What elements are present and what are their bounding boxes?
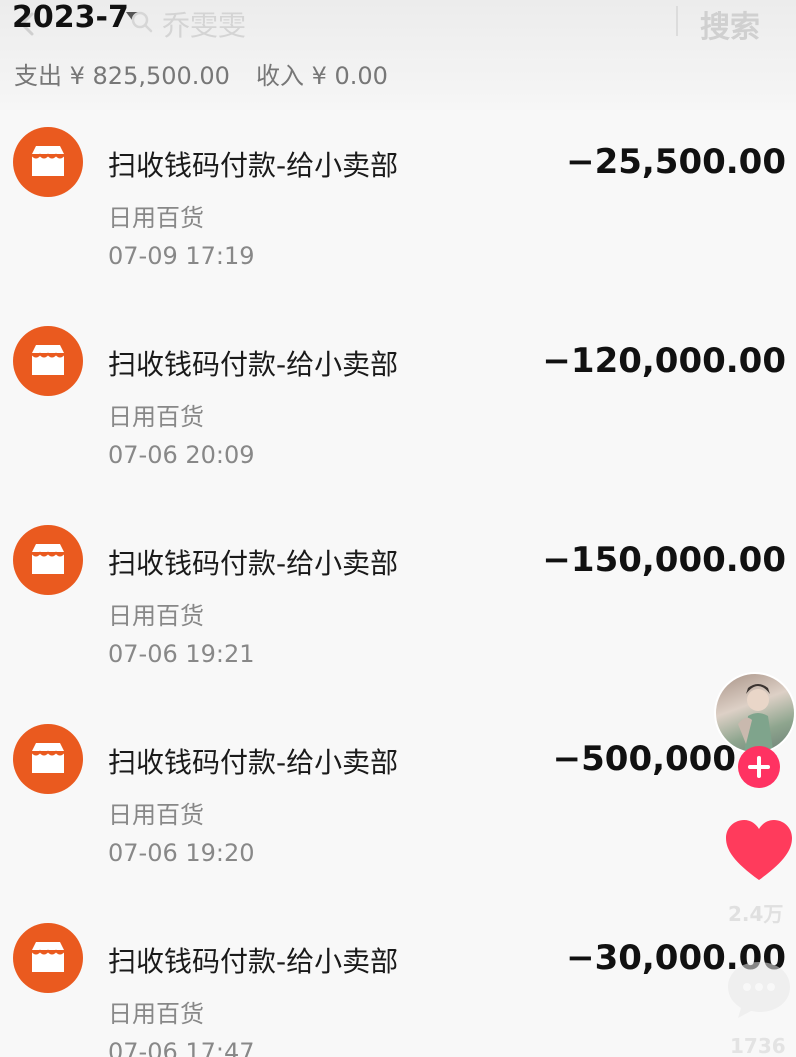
search-divider [676, 6, 678, 36]
transaction-category: 日用百货 [108, 204, 204, 232]
transaction-row[interactable]: 扫收钱码付款-给小卖部 日用百货 07-06 19:21 −150,000.00 [0, 508, 796, 707]
transaction-time: 07-06 19:20 [108, 839, 255, 867]
transaction-amount: −120,000.00 [542, 341, 786, 381]
shop-icon [13, 127, 83, 197]
heart-icon[interactable] [724, 818, 794, 884]
transaction-time: 07-06 17:47 [108, 1038, 255, 1057]
transaction-amount: −500,000 [552, 739, 736, 779]
transaction-title: 扫收钱码付款-给小卖部 [108, 547, 399, 580]
transaction-amount: −150,000.00 [542, 540, 786, 580]
shop-icon [13, 525, 83, 595]
transaction-time: 07-06 19:21 [108, 640, 255, 668]
transaction-category: 日用百货 [108, 602, 204, 630]
comment-count: 1736 [730, 1034, 786, 1057]
transaction-title: 扫收钱码付款-给小卖部 [108, 348, 399, 381]
transaction-amount: −25,500.00 [566, 142, 786, 182]
transaction-row[interactable]: 扫收钱码付款-给小卖部 日用百货 07-06 20:09 −120,000.00 [0, 309, 796, 508]
shop-icon [13, 326, 83, 396]
income-total: 收入 ¥ 0.00 [255, 62, 388, 90]
follow-plus-icon[interactable] [738, 746, 780, 788]
month-selector[interactable]: 2023-7 [12, 0, 129, 35]
shop-icon [13, 923, 83, 993]
transaction-time: 07-06 20:09 [108, 441, 255, 469]
shop-icon [13, 724, 83, 794]
search-button[interactable]: 搜索 [700, 2, 760, 46]
expense-total: 支出 ¥ 825,500.00 [14, 62, 230, 90]
transaction-title: 扫收钱码付款-给小卖部 [108, 945, 399, 978]
transaction-category: 日用百货 [108, 801, 204, 829]
creator-avatar[interactable] [714, 672, 796, 754]
search-icon [131, 11, 153, 33]
app-header: 2023-7 乔雯雯 搜索 支出 ¥ 825,500.00 收入 ¥ 0.00 [0, 0, 796, 110]
transaction-row[interactable]: 扫收钱码付款-给小卖部 日用百货 07-06 17:47 −30,000.00 [0, 906, 796, 1057]
comment-icon[interactable] [724, 958, 794, 1022]
like-count: 2.4万 [728, 902, 784, 926]
search-input[interactable]: 乔雯雯 [162, 4, 246, 44]
transaction-title: 扫收钱码付款-给小卖部 [108, 149, 399, 182]
transaction-row[interactable]: 扫收钱码付款-给小卖部 日用百货 07-09 17:19 −25,500.00 [0, 110, 796, 309]
transaction-row[interactable]: 扫收钱码付款-给小卖部 日用百货 07-06 19:20 −500,000 [0, 707, 796, 906]
month-summary: 支出 ¥ 825,500.00 收入 ¥ 0.00 [14, 56, 388, 91]
transaction-category: 日用百货 [108, 403, 204, 431]
transaction-time: 07-09 17:19 [108, 242, 255, 270]
transaction-category: 日用百货 [108, 1000, 204, 1028]
transaction-title: 扫收钱码付款-给小卖部 [108, 746, 399, 779]
